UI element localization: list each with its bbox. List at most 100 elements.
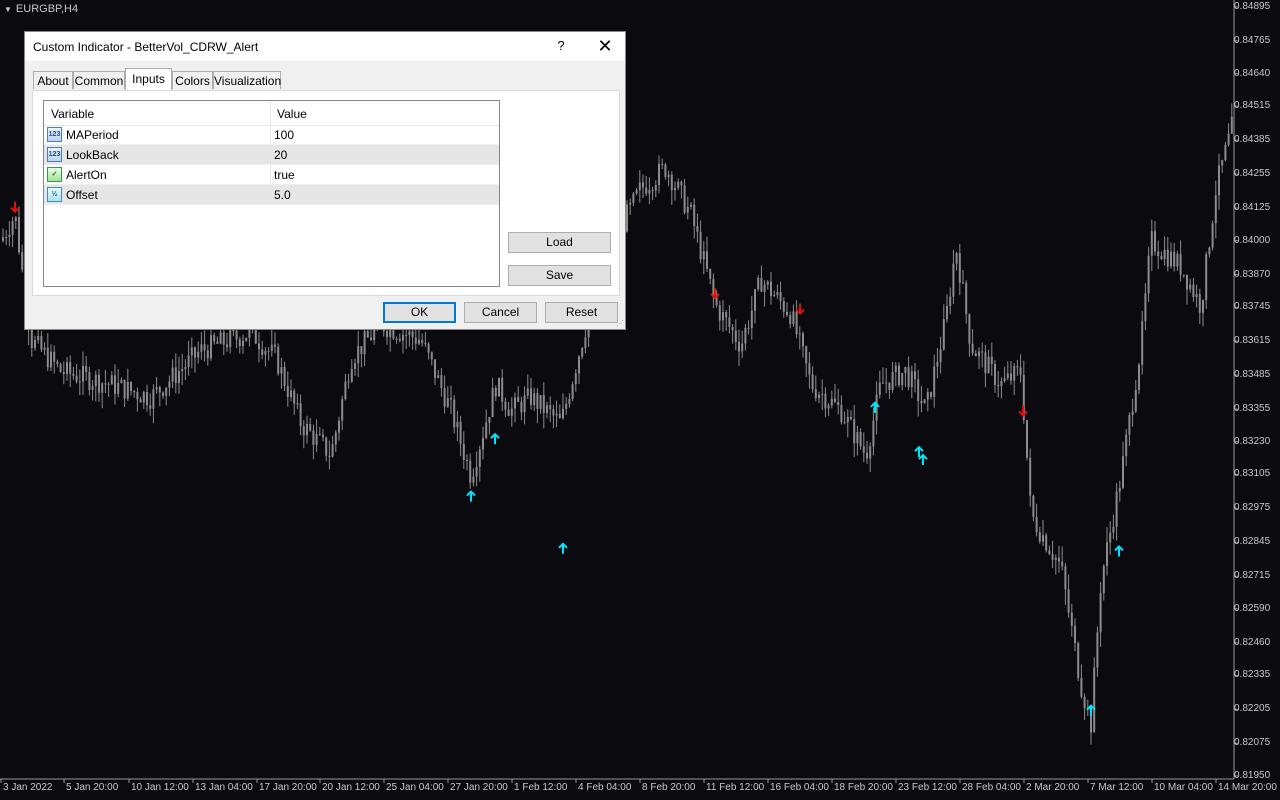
candle-body — [1058, 557, 1060, 562]
tab-visualization[interactable]: Visualization — [213, 71, 281, 89]
save-button[interactable]: Save — [508, 265, 611, 286]
candle-body — [562, 408, 564, 419]
grid-row-offset[interactable]: ½ Offset 5.0 — [44, 185, 499, 205]
cell-divider — [270, 145, 271, 164]
time-tick-label: 7 Mar 12:00 — [1090, 782, 1144, 793]
candle-body — [1054, 557, 1057, 560]
candle-body — [1138, 364, 1140, 390]
resize-grip-icon[interactable]: ⋰ — [616, 320, 624, 328]
candle-body — [469, 460, 472, 483]
candle-body — [1166, 249, 1169, 267]
candle-body — [94, 374, 97, 387]
candle-body — [757, 277, 760, 290]
candle-body — [1128, 415, 1131, 435]
variable-value[interactable]: true — [274, 168, 295, 182]
candle-body — [347, 381, 350, 383]
grid-row-lookback[interactable]: 123 LookBack 20 — [44, 145, 499, 165]
candle-body — [1000, 381, 1003, 387]
candle-body — [549, 405, 552, 410]
candle-body — [1067, 589, 1070, 613]
variable-value[interactable]: 20 — [274, 148, 287, 162]
time-tick-label: 18 Feb 20:00 — [834, 782, 893, 793]
candle-body — [782, 301, 785, 312]
symbol-label[interactable]: ▼ EURGBP,H4 — [4, 3, 78, 15]
help-button[interactable]: ? — [553, 38, 569, 53]
candle-body — [718, 305, 721, 321]
dropdown-triangle-icon: ▼ — [4, 5, 12, 14]
candle-body — [738, 341, 740, 352]
time-tick-label: 1 Feb 12:00 — [514, 782, 568, 793]
tab-colors[interactable]: Colors — [172, 71, 213, 89]
candle-body — [312, 430, 315, 445]
candle-body — [750, 310, 753, 329]
candle-body — [728, 317, 731, 327]
candle-body — [539, 395, 542, 409]
candle-body — [574, 373, 577, 385]
candle-body — [942, 319, 945, 350]
candle-body — [1179, 253, 1182, 275]
candle-body — [296, 403, 299, 405]
candle-body — [421, 340, 424, 343]
candle-body — [165, 387, 168, 396]
candle-body — [933, 366, 936, 397]
candle-body — [498, 377, 500, 397]
dialog-title-bar[interactable]: Custom Indicator - BetterVol_CDRW_Alert … — [25, 32, 625, 61]
candle-body — [299, 403, 302, 427]
candle-body — [1218, 165, 1220, 196]
variable-value[interactable]: 5.0 — [274, 188, 291, 202]
candle-body — [370, 337, 372, 341]
candle-body — [555, 413, 558, 416]
tab-common[interactable]: Common — [73, 71, 125, 89]
candle-body — [936, 361, 939, 367]
candle-body — [923, 399, 926, 404]
candle-body — [101, 383, 104, 393]
time-tick-label: 16 Feb 04:00 — [770, 782, 829, 793]
reset-button[interactable]: Reset — [545, 302, 618, 323]
grid-row-alerton[interactable]: ✓ AlertOn true — [44, 165, 499, 185]
candle-body — [776, 292, 779, 296]
candle-body — [674, 187, 676, 191]
candle-body — [30, 330, 33, 349]
candle-body — [930, 391, 932, 397]
candle-body — [334, 432, 337, 445]
candle-body — [171, 367, 174, 382]
candle-body — [683, 185, 686, 213]
candle-body — [485, 422, 488, 438]
column-header-value[interactable]: Value — [277, 107, 307, 121]
column-header-variable[interactable]: Variable — [51, 107, 94, 121]
candle-body — [997, 384, 1000, 387]
candle-body — [1083, 696, 1086, 708]
tab-inputs[interactable]: Inputs — [125, 68, 172, 90]
candle-body — [142, 392, 145, 403]
candle-body — [888, 382, 891, 390]
candle-body — [565, 403, 568, 409]
candle-body — [731, 326, 734, 331]
price-tick-label: 0.82205 — [1234, 703, 1271, 715]
candle-body — [46, 347, 49, 368]
candle-body — [373, 328, 376, 341]
ok-button[interactable]: OK — [383, 302, 456, 323]
candle-body — [309, 424, 312, 431]
candle-body — [88, 372, 91, 390]
cell-divider — [270, 125, 271, 144]
candle-body — [1077, 643, 1080, 679]
tab-about[interactable]: About — [33, 71, 73, 89]
load-button[interactable]: Load — [508, 232, 611, 253]
grid-row-maperiod[interactable]: 123 MAPeriod 100 — [44, 125, 499, 145]
variable-value[interactable]: 100 — [274, 128, 294, 142]
column-divider[interactable] — [270, 101, 271, 125]
close-button[interactable]: ✕ — [595, 35, 615, 57]
candle-body — [939, 349, 942, 362]
candle-body — [805, 346, 808, 364]
candle-body — [968, 314, 971, 344]
price-tick-label: 0.82460 — [1234, 636, 1271, 648]
cancel-button[interactable]: Cancel — [464, 302, 537, 323]
candle-body — [136, 392, 139, 400]
price-tick-label: 0.84255 — [1234, 168, 1271, 180]
candle-body — [526, 388, 529, 396]
price-tick-label: 0.84000 — [1234, 234, 1271, 246]
candle-body — [946, 306, 948, 320]
candle-body — [264, 350, 267, 355]
candle-body — [1154, 231, 1156, 252]
candle-body — [635, 190, 638, 194]
